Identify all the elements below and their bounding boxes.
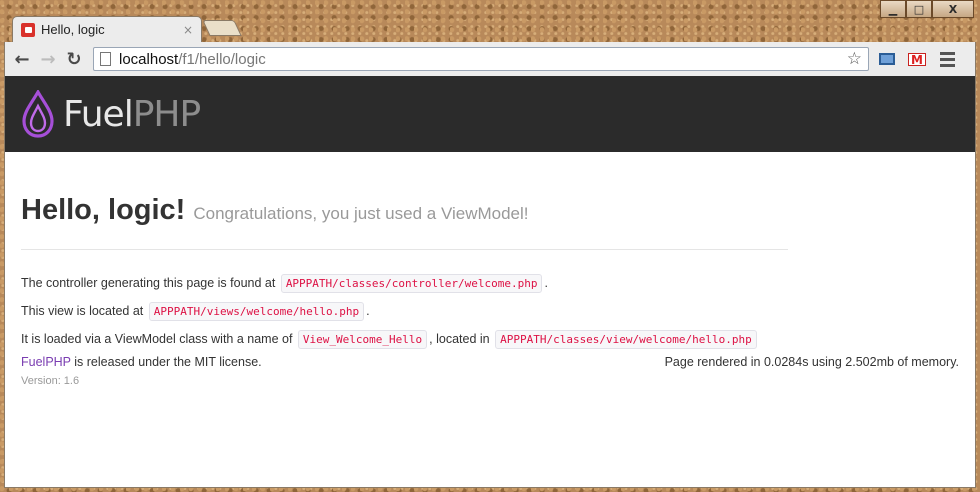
url-host: localhost: [119, 50, 179, 68]
divider: [21, 249, 788, 250]
viewmodel-line: It is loaded via a ViewModel class with …: [21, 325, 959, 353]
browser-window: ▁ □ X Hello, logic × ← → ↻ localhost /f1…: [0, 0, 980, 492]
favicon-icon: [21, 22, 35, 37]
main-content: Hello, logic! Congratulations, you just …: [5, 152, 975, 387]
window-controls: ▁ □ X: [880, 0, 974, 18]
fuel-drop-icon: [22, 90, 54, 138]
page-heading: Hello, logic! Congratulations, you just …: [21, 194, 959, 227]
license-text: FuelPHP is released under the MIT licens…: [21, 355, 262, 369]
page-subtitle: Congratulations, you just used a ViewMod…: [193, 204, 529, 223]
line-suffix: .: [366, 304, 370, 318]
page-footer: FuelPHP is released under the MIT licens…: [21, 355, 959, 369]
back-button[interactable]: ←: [9, 46, 35, 72]
line-text: This view is located at: [21, 304, 144, 318]
maximize-button[interactable]: □: [906, 0, 932, 18]
close-window-button[interactable]: X: [932, 0, 974, 18]
fuelphp-link[interactable]: FuelPHP: [21, 355, 71, 369]
line-text: The controller generating this page is f…: [21, 276, 276, 290]
view-path-line: This view is located at APPPATH/views/we…: [21, 297, 959, 325]
version-label: Version: 1.6: [21, 375, 80, 387]
tab-title: Hello, logic: [41, 22, 105, 37]
view-path-code: APPPATH/views/welcome/hello.php: [148, 301, 365, 321]
gmail-extension-button[interactable]: M: [905, 47, 929, 71]
browser-toolbar: ← → ↻ localhost /f1/hello/logic ☆ M: [4, 42, 976, 76]
tab-close-icon[interactable]: ×: [183, 23, 193, 37]
site-header: FuelPHP: [5, 76, 975, 152]
url-path: /f1/hello/logic: [178, 50, 266, 68]
reload-button[interactable]: ↻: [61, 46, 87, 72]
fuelphp-logo[interactable]: FuelPHP: [63, 93, 201, 135]
controller-path-line: The controller generating this page is f…: [21, 269, 959, 297]
minimize-button[interactable]: ▁: [880, 0, 906, 18]
new-tab-button[interactable]: [202, 20, 242, 36]
license-suffix: is released under the MIT license.: [70, 355, 262, 369]
line-middle: , located in: [429, 332, 490, 346]
logo-fuel-text: Fuel: [63, 93, 134, 135]
hamburger-menu-icon: [939, 51, 955, 67]
page-viewport: FuelPHP Hello, logic! Congratulations, y…: [4, 76, 976, 488]
gmail-icon: M: [908, 52, 926, 66]
cast-extension-button[interactable]: [875, 47, 899, 71]
page-icon: [100, 52, 111, 66]
monitor-icon: [879, 53, 895, 65]
chrome-menu-button[interactable]: [935, 47, 959, 71]
logo-php-text: PHP: [132, 93, 201, 135]
bookmark-star-icon[interactable]: ☆: [847, 49, 862, 69]
viewmodel-class-code: View_Welcome_Hello: [297, 329, 428, 349]
render-stats: Page rendered in 0.0284s using 2.502mb o…: [664, 355, 959, 369]
controller-path-code: APPPATH/classes/controller/welcome.php: [280, 273, 543, 293]
line-text: It is loaded via a ViewModel class with …: [21, 332, 293, 346]
forward-button[interactable]: →: [35, 46, 61, 72]
viewmodel-path-code: APPPATH/classes/view/welcome/hello.php: [495, 329, 757, 349]
page-title: Hello, logic!: [21, 194, 186, 226]
browser-tab[interactable]: Hello, logic ×: [12, 16, 202, 42]
line-suffix: .: [544, 276, 548, 290]
address-bar[interactable]: localhost /f1/hello/logic ☆: [93, 47, 869, 71]
